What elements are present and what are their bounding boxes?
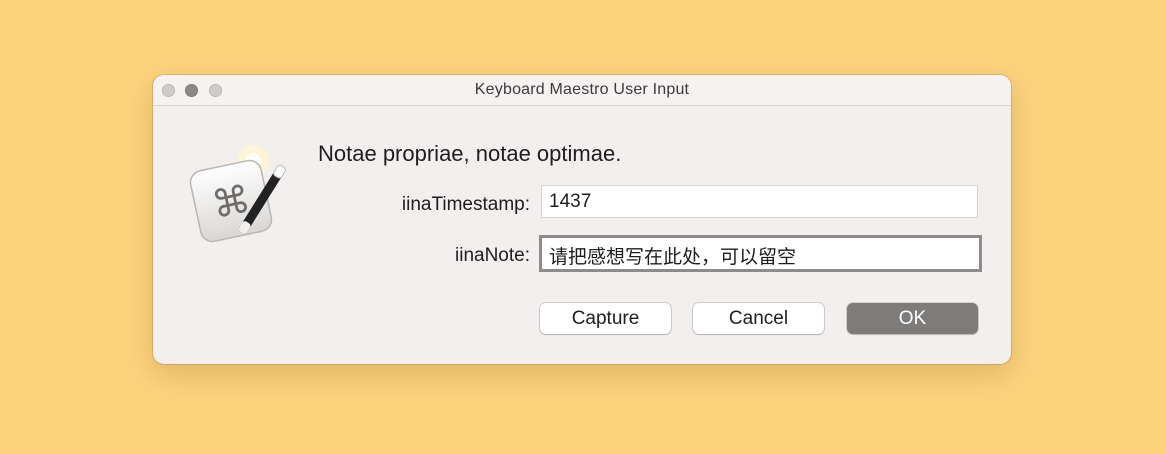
capture-button[interactable]: Capture: [540, 303, 671, 334]
dialog-heading: Notae propriae, notae optimae.: [318, 141, 622, 166]
window-title: Keyboard Maestro User Input: [474, 81, 690, 98]
user-input-dialog: Keyboard Maestro User Input ⌘ Notae prop…: [153, 75, 1011, 364]
note-field[interactable]: 请把感想写在此处，可以留空: [539, 235, 982, 272]
keyboard-maestro-icon: ⌘: [189, 145, 286, 243]
cancel-button[interactable]: Cancel: [693, 303, 824, 334]
note-label: iinaNote:: [455, 245, 530, 266]
timestamp-field[interactable]: 1437: [541, 185, 978, 218]
timestamp-label: iinaTimestamp:: [401, 194, 530, 215]
title-bar[interactable]: Keyboard Maestro User Input: [153, 75, 1011, 106]
ok-button[interactable]: OK: [847, 303, 978, 334]
